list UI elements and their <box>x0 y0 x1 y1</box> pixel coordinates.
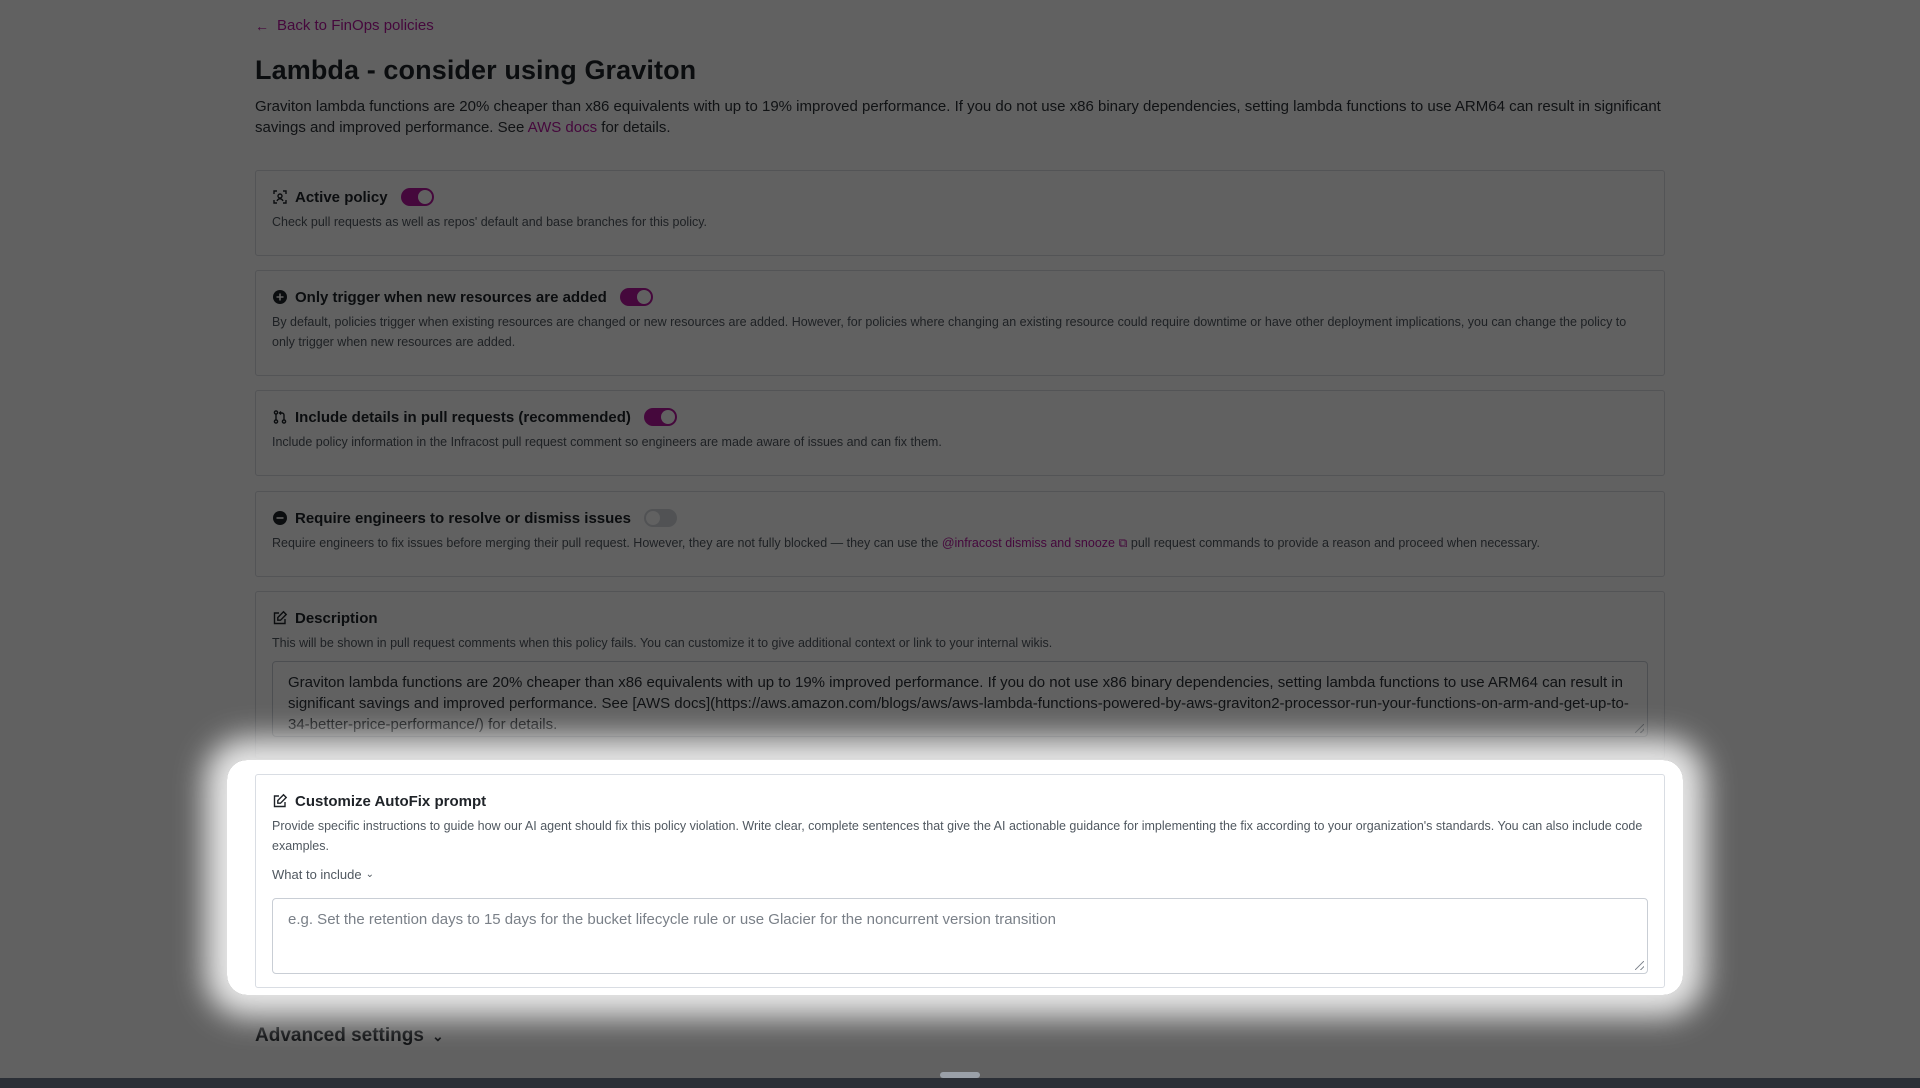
bottom-taskbar <box>0 1078 1920 1088</box>
autofix-prompt-textarea[interactable]: e.g. Set the retention days to 15 days f… <box>272 898 1648 974</box>
autofix-card: Customize AutoFix prompt Provide specifi… <box>255 774 1665 988</box>
require-desc-start: Require engineers to fix issues before m… <box>272 536 942 550</box>
chevron-down-icon: ⌄ <box>365 869 374 880</box>
description-value: Graviton lambda functions are 20% cheape… <box>288 674 1629 733</box>
advanced-settings-toggle[interactable]: Advanced settings ⌄ <box>255 1025 444 1047</box>
description-desc: This will be shown in pull request comme… <box>272 636 1053 650</box>
trigger-new-desc: By default, policies trigger when existi… <box>272 315 1627 349</box>
autofix-placeholder: e.g. Set the retention days to 15 days f… <box>288 911 1056 928</box>
minus-circle-icon <box>272 510 288 526</box>
include-details-card: Include details in pull requests (recomm… <box>255 390 1665 476</box>
page-title: Lambda - consider using Graviton <box>255 55 697 85</box>
include-details-toggle[interactable] <box>643 408 677 426</box>
description-textarea[interactable]: Graviton lambda functions are 20% cheape… <box>272 661 1648 737</box>
intro-text-end: for details. <box>597 119 671 136</box>
intro-text-start: Graviton lambda functions are 20% cheape… <box>255 98 1661 136</box>
require-resolve-title: Require engineers to resolve or dismiss … <box>295 509 631 527</box>
intro-text: Graviton lambda functions are 20% cheape… <box>255 96 1665 138</box>
back-link-label: Back to FinOps policies <box>277 17 434 34</box>
plus-circle-icon <box>272 289 288 305</box>
dismiss-snooze-link[interactable]: @infracost dismiss and snooze <box>942 536 1115 550</box>
resize-grip-icon[interactable] <box>1635 724 1644 733</box>
what-to-include-label: What to include <box>272 867 362 882</box>
active-policy-toggle[interactable] <box>400 188 434 206</box>
include-details-desc: Include policy information in the Infrac… <box>272 435 942 449</box>
require-resolve-card: Require engineers to resolve or dismiss … <box>255 491 1665 577</box>
drag-handle[interactable] <box>940 1072 980 1078</box>
arrow-left-icon: ← <box>255 17 269 34</box>
require-resolve-desc: Require engineers to fix issues before m… <box>272 533 1648 553</box>
trigger-new-card: Only trigger when new resources are adde… <box>255 270 1665 376</box>
back-link[interactable]: ← Back to FinOps policies <box>255 17 434 34</box>
require-resolve-toggle[interactable] <box>643 509 677 527</box>
autofix-desc: Provide specific instructions to guide h… <box>272 819 1643 853</box>
trigger-new-title: Only trigger when new resources are adde… <box>295 288 607 306</box>
active-policy-desc: Check pull requests as well as repos' de… <box>272 215 708 229</box>
pull-request-icon <box>272 409 288 425</box>
chevron-down-icon: ⌄ <box>431 1027 444 1044</box>
what-to-include-toggle[interactable]: What to include ⌄ <box>272 867 1648 882</box>
active-policy-title: Active policy <box>295 188 388 206</box>
require-desc-end: pull request commands to provide a reaso… <box>1127 536 1540 550</box>
advanced-settings-label: Advanced settings <box>255 1025 424 1046</box>
scan-icon <box>272 189 288 205</box>
description-card: Description This will be shown in pull r… <box>255 591 1665 759</box>
description-title: Description <box>295 609 378 627</box>
trigger-new-toggle[interactable] <box>619 288 653 306</box>
aws-docs-link[interactable]: AWS docs <box>528 119 597 136</box>
external-link-icon: ⧉ <box>1115 536 1128 550</box>
edit-icon <box>272 610 288 626</box>
resize-grip-icon[interactable] <box>1635 961 1644 970</box>
autofix-title: Customize AutoFix prompt <box>295 792 487 810</box>
include-details-title: Include details in pull requests (recomm… <box>295 408 631 426</box>
active-policy-card: Active policy Check pull requests as wel… <box>255 170 1665 256</box>
edit-icon <box>272 793 288 809</box>
